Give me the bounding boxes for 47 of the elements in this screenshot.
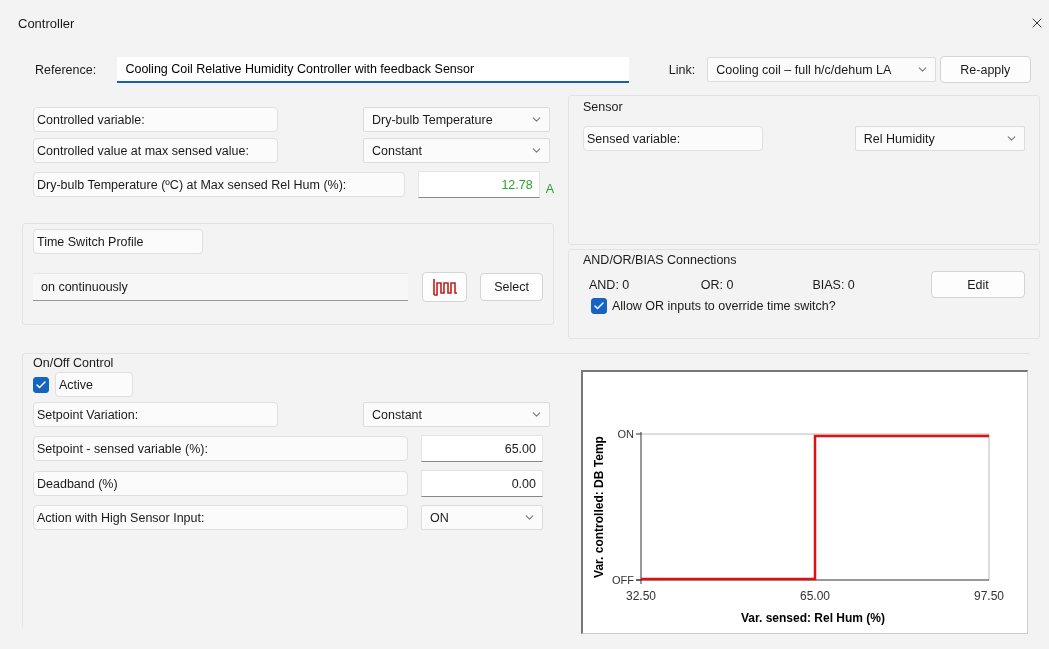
group-title: Time Switch Profile bbox=[33, 229, 203, 254]
select-button[interactable]: Select bbox=[480, 273, 543, 301]
field-label: Action with High Sensor Input: bbox=[33, 505, 408, 530]
sensed-variable-dropdown[interactable]: Rel Humidity bbox=[854, 126, 1025, 151]
dropdown[interactable]: Dry-bulb Temperature bbox=[363, 107, 550, 132]
y-axis-title: Var. controlled: DB Temp bbox=[592, 436, 606, 578]
profile-button[interactable] bbox=[422, 272, 467, 302]
window-title: Controller bbox=[18, 15, 75, 31]
link-label: Link: bbox=[668, 62, 696, 77]
reference-field[interactable]: Cooling Coil Relative Humidity Controller with feedback Sensor bbox=[117, 56, 629, 83]
count-label: OR: 0 bbox=[700, 277, 735, 292]
x-tick-label: 65.00 bbox=[800, 589, 830, 603]
check-icon bbox=[35, 378, 47, 391]
profile-field: on continuously bbox=[33, 273, 408, 301]
count-label: AND: 0 bbox=[589, 277, 631, 292]
dropdown[interactable]: ON bbox=[421, 505, 543, 530]
reapply-button[interactable]: Re-apply bbox=[939, 56, 1031, 83]
field-label: Sensed variable: bbox=[583, 126, 763, 151]
flag-text: A bbox=[545, 181, 554, 196]
count-label: BIAS: 0 bbox=[812, 277, 856, 292]
y-tick: ON bbox=[617, 428, 642, 440]
number-field[interactable]: 65.00 bbox=[421, 435, 543, 462]
reference-label: Reference: bbox=[35, 62, 98, 77]
edit-button[interactable]: Edit bbox=[931, 271, 1025, 298]
x-tick-label: 97.50 bbox=[974, 589, 1004, 603]
field-label: Controlled value at max sensed value: bbox=[33, 138, 278, 163]
field-label: Controlled variable: bbox=[33, 107, 278, 132]
checkbox-label: Active bbox=[55, 372, 133, 397]
checkbox[interactable] bbox=[33, 376, 49, 393]
checkbox[interactable] bbox=[591, 298, 607, 314]
dropdown[interactable]: Constant bbox=[363, 402, 550, 427]
field-label: Setpoint - sensed variable (%): bbox=[33, 436, 408, 461]
checkbox-label: Allow OR inputs to override time switch? bbox=[612, 299, 836, 313]
pulse-wave-icon bbox=[431, 277, 458, 297]
field-label: Deadband (%) bbox=[33, 471, 408, 496]
y-tick: OFF bbox=[612, 574, 642, 586]
dropdown[interactable]: Constant bbox=[363, 138, 550, 163]
number-field[interactable]: 0.00 bbox=[421, 470, 543, 497]
x-axis-title: Var. sensed: Rel Hum (%) bbox=[741, 611, 885, 625]
group-title: On/Off Control bbox=[33, 356, 115, 370]
link-dropdown[interactable]: Cooling coil – full h/c/dehum LA bbox=[707, 57, 936, 82]
group-title: Sensor bbox=[583, 100, 624, 114]
field-label: Setpoint Variation: bbox=[33, 402, 278, 427]
x-tick-label: 32.50 bbox=[626, 589, 656, 603]
check-icon bbox=[593, 300, 605, 312]
field-label: Dry-bulb Temperature (ºC) at Max sensed Rel Hum (%): bbox=[33, 172, 405, 197]
group-title: AND/OR/BIAS Connections bbox=[583, 253, 738, 267]
